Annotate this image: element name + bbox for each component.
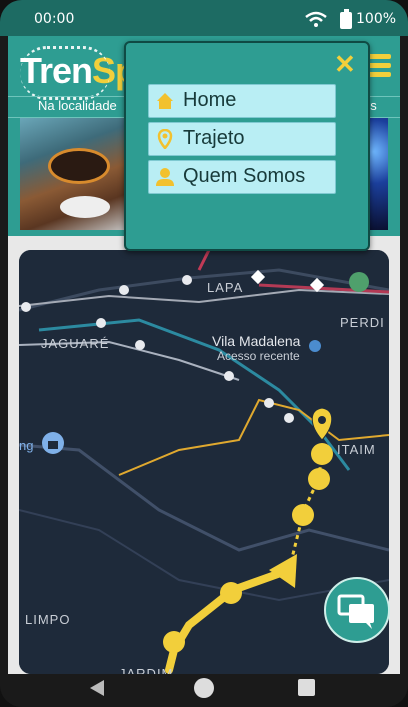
menu-item-label: Quem Somos <box>183 165 306 187</box>
location-pin-icon <box>155 128 175 150</box>
food-photo <box>20 118 132 230</box>
map-label: Acesso recente <box>217 349 300 363</box>
menu-item-trajeto[interactable]: Trajeto <box>148 122 336 156</box>
dropdown-menu: ✕ Home Trajeto Quem Somos <box>124 41 370 251</box>
chat-button[interactable] <box>324 577 390 643</box>
close-icon[interactable]: ✕ <box>334 49 356 80</box>
chat-icon <box>337 594 374 629</box>
plate-image <box>48 148 110 184</box>
recent-apps-icon[interactable] <box>298 679 315 696</box>
map-label: LIMPO <box>25 612 70 627</box>
menu-item-label: Home <box>183 89 237 111</box>
map-label: JAGUARÉ <box>41 336 109 351</box>
logo-dots <box>20 46 110 100</box>
battery-icon <box>340 12 352 29</box>
home-nav-icon[interactable] <box>194 678 214 698</box>
battery-percent: 100% <box>356 11 397 27</box>
wifi-icon <box>305 11 327 31</box>
menu-item-quem-somos[interactable]: Quem Somos <box>148 160 336 194</box>
nav-link-na-localidade[interactable]: Na localidade <box>38 98 117 113</box>
person-icon <box>155 167 175 187</box>
map-label: ng <box>19 438 33 453</box>
status-time: 00:00 <box>34 11 75 27</box>
back-icon[interactable] <box>90 680 104 696</box>
menu-item-home[interactable]: Home <box>148 84 336 118</box>
map-label: Vila Madalena <box>212 333 301 349</box>
phone-frame: 00:00 100% TrenSp Na localidade os <box>0 0 408 707</box>
map-label: LAPA <box>207 280 243 295</box>
map-label: JARDIM <box>119 666 173 674</box>
status-bar: 00:00 100% <box>0 0 408 36</box>
plate-image <box>60 196 110 218</box>
map-label: PERDI <box>340 315 385 330</box>
map-label: ITAIM <box>337 442 376 457</box>
home-icon <box>155 91 175 111</box>
app-logo[interactable]: TrenSp <box>20 46 137 100</box>
menu-item-label: Trajeto <box>183 127 245 149</box>
